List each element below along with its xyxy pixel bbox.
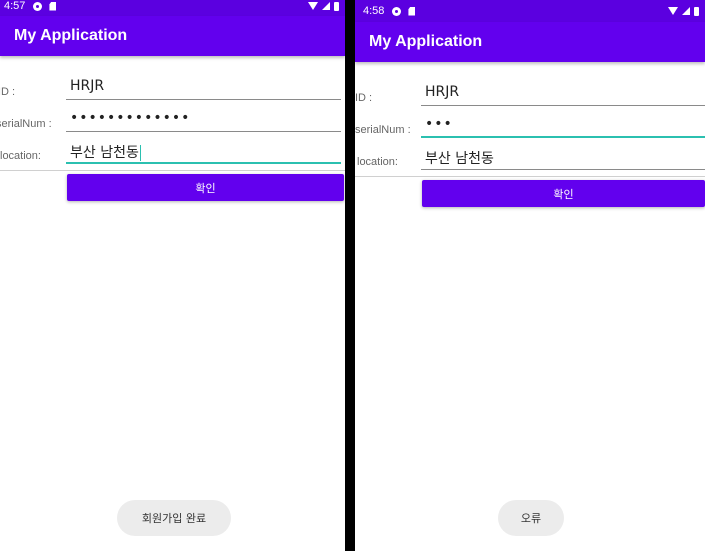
location-input[interactable]: 부산 남천동 [66, 142, 341, 164]
location-input[interactable]: 부산 남천동 [421, 148, 705, 170]
app-title: My Application [369, 33, 483, 50]
id-input[interactable]: HRJR [66, 78, 341, 100]
confirm-button[interactable]: 확인 [422, 180, 705, 207]
id-label: ID : [0, 86, 16, 98]
status-time: 4:57 [4, 0, 26, 12]
serial-input-value: ••• [425, 116, 453, 132]
serial-input[interactable]: ••• [421, 116, 705, 138]
sd-card-icon [408, 6, 416, 16]
toast-text: 회원가입 완료 [141, 512, 207, 525]
location-input-value: 부산 남천동 [425, 151, 494, 167]
text-cursor [139, 145, 141, 161]
toast-message: 회원가입 완료 [117, 500, 231, 536]
battery-icon [694, 6, 699, 16]
id-input[interactable]: HRJR [421, 84, 705, 106]
serial-label: serialNum : [355, 124, 411, 136]
sd-card-icon [49, 1, 57, 11]
app-title: My Application [14, 27, 128, 44]
id-label: ID : [355, 92, 373, 104]
confirm-button[interactable]: 확인 [67, 174, 344, 201]
app-bar: My Application [355, 22, 705, 62]
app-notification-icon [33, 1, 43, 11]
app-notification-icon [392, 6, 402, 16]
signal-icon [682, 7, 690, 15]
phone-screen-left: 4:57 My Application ID : HRJR serialNum … [0, 0, 345, 551]
serial-input-value: ••••••••••••• [70, 110, 191, 126]
location-input-value: 부산 남천동 [70, 145, 139, 161]
status-bar: 4:58 [355, 0, 705, 22]
serial-label: serialNum : [0, 118, 52, 130]
status-bar: 4:57 [0, 0, 345, 16]
confirm-button-label: 확인 [195, 181, 216, 195]
location-label: location: [0, 150, 41, 162]
serial-row: serialNum : ••••••••••••• [0, 110, 345, 136]
id-row: ID : HRJR [355, 84, 705, 110]
id-row: ID : HRJR [0, 78, 345, 104]
location-row: location: 부산 남천동 [355, 148, 705, 174]
wifi-icon [668, 7, 678, 15]
battery-icon [334, 1, 339, 11]
confirm-button-label: 확인 [553, 187, 574, 201]
location-row: location: 부산 남천동 [0, 142, 345, 168]
status-time: 4:58 [363, 5, 385, 17]
toast-text: 오류 [520, 512, 542, 525]
id-input-value: HRJR [70, 78, 105, 94]
serial-row: serialNum : ••• [355, 116, 705, 142]
app-bar: My Application [0, 16, 345, 56]
id-input-value: HRJR [425, 84, 460, 100]
serial-input[interactable]: ••••••••••••• [66, 110, 341, 132]
divider [355, 176, 705, 177]
signal-icon [322, 2, 330, 10]
divider [0, 170, 345, 171]
location-label: location: [357, 156, 398, 168]
toast-message: 오류 [498, 500, 564, 536]
wifi-icon [308, 2, 318, 10]
phone-screen-right: 4:58 My Application ID : HRJR serialNum … [355, 0, 705, 551]
